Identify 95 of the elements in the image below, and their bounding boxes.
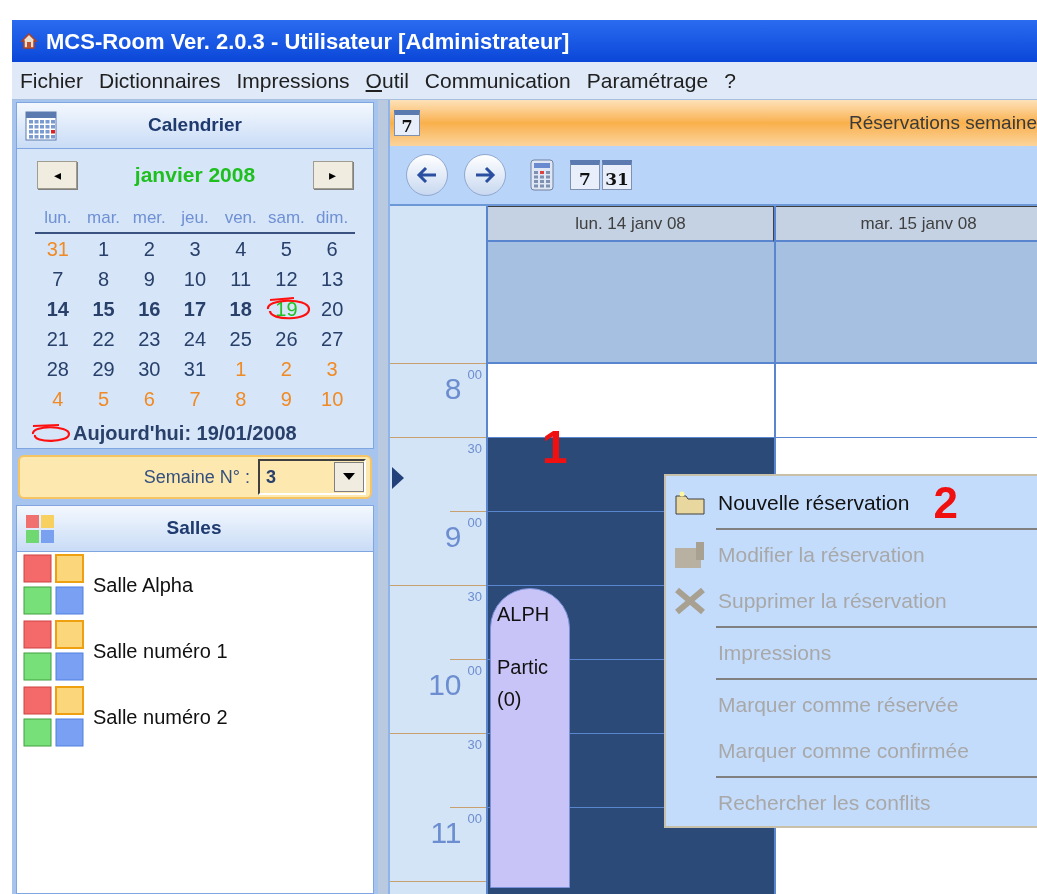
minute-label: 00	[467, 368, 482, 384]
hour-label: 9	[444, 522, 462, 555]
appointment-title: ALPH	[497, 602, 551, 627]
dropdown-arrow-icon	[343, 473, 355, 481]
calendar-day[interactable]: 20	[321, 299, 344, 319]
menu-item[interactable]: Fichier	[12, 64, 91, 97]
menu-item[interactable]: Impressions	[228, 64, 358, 97]
today-label: Aujourd'hui: 19/01/2008	[73, 421, 297, 446]
hour-label: 11	[430, 818, 462, 851]
menu-item[interactable]: Communication	[416, 64, 579, 97]
calendar-day[interactable]: 7	[52, 269, 64, 289]
weekday-label: sam.	[263, 204, 310, 234]
calendar-day[interactable]: 17	[183, 299, 207, 319]
calendar-day[interactable]: 26	[275, 329, 298, 349]
appointment-detail: Partic (0)	[497, 655, 550, 712]
arrow-icon	[416, 166, 438, 184]
day-header: mar. 15 janv 08	[776, 206, 1037, 242]
cross-icon	[674, 587, 706, 615]
menu-item[interactable]: Dictionnaires	[91, 64, 229, 97]
minute-label: 30	[467, 738, 482, 754]
weekday-label: mer.	[126, 204, 173, 234]
weekday-label: mar.	[80, 204, 127, 234]
folder-icon	[674, 490, 706, 516]
month-view-button[interactable]: 31	[602, 160, 632, 190]
calendar-day[interactable]: 22	[92, 329, 115, 349]
weekday-label: dim.	[309, 204, 355, 234]
weekday-label: jeu.	[172, 204, 218, 234]
calculator-icon	[530, 159, 554, 191]
calendar-day[interactable]: 9	[143, 269, 155, 289]
menu-item[interactable]: Outil	[357, 64, 417, 97]
appointment[interactable]: ALPH Partic (0)	[490, 588, 570, 888]
previous-month-button[interactable]: ◂	[37, 160, 77, 189]
calendar-day[interactable]: 16	[138, 299, 161, 319]
minute-label: 00	[467, 516, 482, 532]
day-header: lun. 14 janv 08	[488, 206, 774, 242]
context-menu-item[interactable]: Nouvelle réservation 2	[672, 480, 1037, 526]
menu-item[interactable]: ?	[716, 64, 744, 97]
calendar-day[interactable]: 1	[98, 239, 110, 259]
calendar-day[interactable]: 25	[229, 329, 252, 349]
minute-label: 30	[467, 442, 482, 458]
current-row-marker-icon	[392, 467, 404, 489]
calendar-day[interactable]: 6	[326, 239, 338, 259]
room-name[interactable]: Salle numéro 2	[93, 702, 228, 732]
back-button[interactable]	[406, 154, 448, 196]
window-title: MCS-Room Ver. 2.0.3 - Utilisateur [Administrateur]	[46, 27, 570, 56]
annotation-number: 1	[542, 424, 568, 470]
calendar-day[interactable]: 4	[235, 239, 247, 259]
tiles-icon	[25, 513, 55, 544]
view-title: Réservations semaine	[849, 110, 1037, 135]
calendar-day[interactable]: 13	[321, 269, 344, 289]
arrow-icon	[474, 166, 496, 184]
calendar-day[interactable]: 23	[138, 329, 161, 349]
calendar-day[interactable]: 5	[280, 239, 292, 259]
calendar-day[interactable]: 31	[183, 359, 207, 379]
calendar-day[interactable]: 2	[143, 239, 155, 259]
calendar-day[interactable]: 18	[229, 299, 252, 319]
next-month-button[interactable]: ▸	[313, 160, 353, 189]
calendar-week-icon: 7	[394, 110, 420, 136]
weekday-label: ven.	[217, 204, 264, 234]
week-number-dropdown[interactable]: 3	[258, 459, 366, 495]
calendar-day[interactable]: 28	[46, 359, 69, 379]
room-name[interactable]: Salle Alpha	[93, 570, 194, 600]
calendar-day[interactable]: 3	[189, 239, 201, 259]
calendar-day[interactable]: 14	[46, 299, 69, 319]
menu-item[interactable]: Paramétrage	[578, 64, 717, 97]
calendar-day[interactable]: 21	[46, 329, 69, 349]
calendar-day[interactable]: 15	[92, 299, 115, 319]
month-title: janvier 2008	[134, 162, 256, 188]
weekday-label: lun.	[35, 204, 81, 234]
calendar-day[interactable]: 30	[138, 359, 161, 379]
calendar-day[interactable]: 24	[183, 329, 207, 349]
calendar-day[interactable]: 8	[98, 269, 110, 289]
room-tiles-icon	[23, 620, 85, 682]
calendar-day[interactable]: 29	[92, 359, 115, 379]
calendar-button[interactable]	[530, 159, 554, 191]
calendar-day[interactable]: 12	[275, 269, 298, 289]
panel-title: Calendrier	[147, 113, 243, 138]
week-view-button[interactable]: 7	[570, 160, 600, 190]
calendar-day[interactable]: 10	[183, 269, 207, 289]
room-tiles-icon	[23, 686, 85, 748]
hour-label: 10	[428, 670, 462, 703]
week-number-label: Semaine N° :	[143, 465, 250, 489]
calendar-day[interactable]: 27	[321, 329, 344, 349]
minute-label: 30	[467, 590, 482, 606]
room-tiles-icon	[23, 554, 85, 616]
minute-label: 00	[467, 664, 482, 680]
panel-title: Salles	[165, 516, 223, 541]
calendar-icon	[25, 109, 57, 142]
calendar-day[interactable]: 11	[230, 269, 252, 289]
room-name[interactable]: Salle numéro 1	[93, 636, 228, 666]
hour-label: 8	[444, 374, 462, 407]
annotation-number: 2	[933, 481, 958, 525]
minute-label: 00	[467, 812, 482, 828]
forward-button[interactable]	[464, 154, 506, 196]
house-icon	[20, 32, 38, 50]
